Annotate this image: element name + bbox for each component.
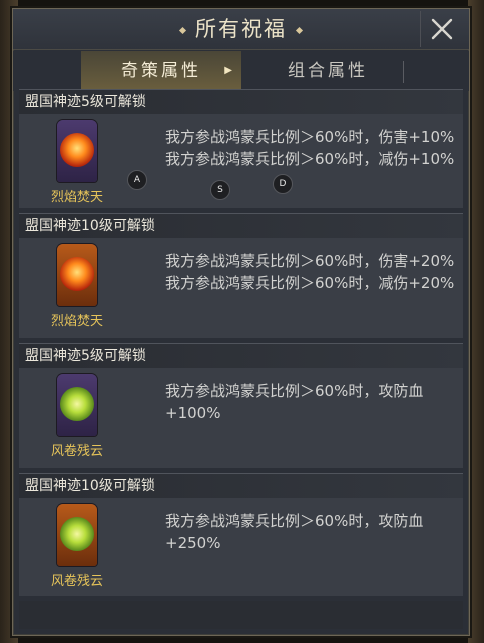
blessing-icon-wrap[interactable]: 风卷残云: [49, 504, 105, 589]
unlock-condition: 盟国神迹5级可解锁: [19, 90, 463, 114]
blessing-description: 我方参战鸿蒙兵比例＞60%时，攻防血 +250%: [165, 512, 424, 552]
blessing-description: 我方参战鸿蒙兵比例＞60%时，攻防血 +100%: [165, 382, 424, 422]
blessing-name: 风卷残云: [50, 444, 103, 459]
title-bar: 所有祝福: [13, 9, 469, 50]
list-bottom-strip: [19, 601, 463, 629]
wind-emblem-icon: [57, 374, 97, 436]
unlock-condition: 盟国神迹5级可解锁: [19, 344, 463, 368]
tab-bar: 奇策属性 ▶ 组合属性: [13, 51, 469, 93]
marker-s[interactable]: S: [210, 180, 230, 200]
blessing-card: 盟国神迹5级可解锁 烈焰焚天 我方参战鸿蒙兵比例＞60%时，伤害+10% 我方参…: [19, 89, 463, 208]
tab-strategy-attributes[interactable]: 奇策属性 ▶: [81, 51, 241, 93]
blessings-panel: 所有祝福 奇策属性 ▶ 组合属性 盟国神迹5级可解锁 烈焰焚天 我方参战鸿蒙兵比…: [12, 8, 470, 636]
blessing-icon-wrap[interactable]: 烈焰焚天: [49, 120, 105, 205]
marker-a[interactable]: A: [127, 170, 147, 190]
fire-emblem-icon: [57, 120, 97, 182]
blessing-card: 盟国神迹5级可解锁 风卷残云 我方参战鸿蒙兵比例＞60%时，攻防血 +100%: [19, 343, 463, 468]
panel-title: 所有祝福: [195, 17, 287, 41]
blessing-name: 风卷残云: [50, 574, 103, 589]
unlock-condition: 盟国神迹10级可解锁: [19, 214, 463, 238]
blessing-description: 我方参战鸿蒙兵比例＞60%时，伤害+10% 我方参战鸿蒙兵比例＞60%时，减伤+…: [165, 128, 455, 168]
blessing-icon-wrap[interactable]: 风卷残云: [49, 374, 105, 459]
blessing-description: 我方参战鸿蒙兵比例＞60%时，伤害+20% 我方参战鸿蒙兵比例＞60%时，减伤+…: [165, 252, 455, 292]
tab-divider: [403, 61, 404, 83]
blessing-icon-wrap[interactable]: 烈焰焚天: [49, 244, 105, 329]
title-ornament-left-icon: [178, 26, 187, 34]
blessing-card: 盟国神迹10级可解锁 风卷残云 我方参战鸿蒙兵比例＞60%时，攻防血 +250%: [19, 473, 463, 596]
fire-emblem-icon: [57, 244, 97, 306]
marker-d[interactable]: D: [273, 174, 293, 194]
unlock-condition: 盟国神迹10级可解锁: [19, 474, 463, 498]
tab-arrow-icon: ▶: [224, 65, 235, 76]
background-right: [468, 0, 484, 643]
blessing-name: 烈焰焚天: [50, 314, 103, 329]
close-button[interactable]: [420, 11, 463, 47]
wind-emblem-icon: [57, 504, 97, 566]
blessing-name: 烈焰焚天: [50, 190, 103, 205]
close-icon: [431, 18, 453, 40]
title-ornament-right-icon: [295, 26, 304, 34]
tab-combo-attributes[interactable]: 组合属性: [253, 51, 403, 91]
blessing-card: 盟国神迹10级可解锁 烈焰焚天 我方参战鸿蒙兵比例＞60%时，伤害+20% 我方…: [19, 213, 463, 338]
